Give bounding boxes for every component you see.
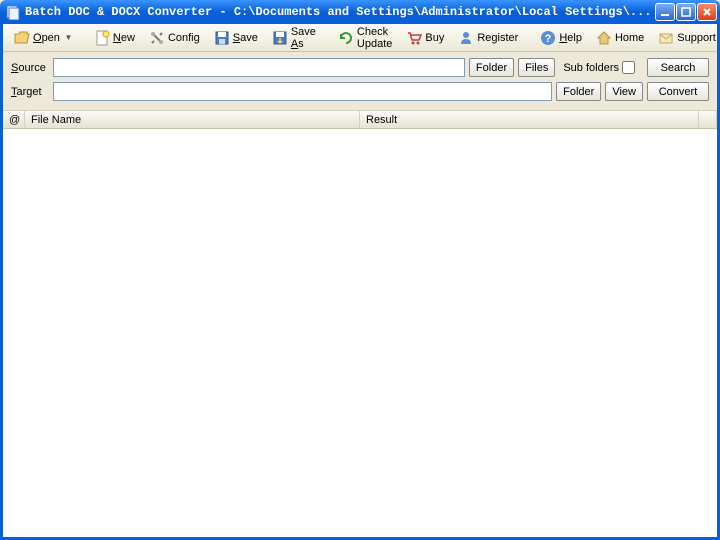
- new-doc-icon: [94, 30, 110, 46]
- target-input[interactable]: [53, 82, 552, 101]
- table-body: [3, 129, 717, 537]
- subfolders-label: Sub folders: [563, 62, 619, 74]
- target-label: Target: [11, 86, 49, 98]
- source-folder-button[interactable]: Folder: [469, 58, 514, 77]
- subfolders-check-wrap: Sub folders: [563, 61, 635, 74]
- close-button[interactable]: [697, 3, 717, 21]
- source-row: Source Folder Files Sub folders Search: [11, 58, 709, 77]
- maximize-button[interactable]: [676, 3, 696, 21]
- path-panel: Source Folder Files Sub folders Search T…: [3, 52, 717, 110]
- check-update-button[interactable]: Check Update: [332, 23, 398, 53]
- help-icon: ?: [540, 30, 556, 46]
- col-at[interactable]: @: [3, 111, 25, 128]
- home-button[interactable]: Home: [590, 27, 650, 49]
- buy-button[interactable]: Buy: [400, 27, 450, 49]
- support-button[interactable]: Support: [652, 27, 720, 49]
- window-title: Batch DOC & DOCX Converter - C:\Document…: [25, 5, 655, 19]
- col-end: [699, 111, 717, 128]
- table-header: @ File Name Result: [3, 110, 717, 129]
- app-icon: [5, 4, 21, 20]
- target-row: Target Folder View Convert: [11, 82, 709, 101]
- config-button[interactable]: Config: [143, 27, 206, 49]
- gear-icon: [149, 30, 165, 46]
- new-button[interactable]: New: [88, 27, 141, 49]
- save-as-button[interactable]: Save As: [266, 23, 322, 53]
- mail-icon: [658, 30, 674, 46]
- subfolders-checkbox[interactable]: [622, 61, 635, 74]
- view-button[interactable]: View: [605, 82, 643, 101]
- window-body: Open ▼ New Config Save Save As Check Upd…: [0, 24, 720, 540]
- floppy-arrow-icon: [272, 30, 288, 46]
- titlebar: Batch DOC & DOCX Converter - C:\Document…: [0, 0, 720, 24]
- col-result[interactable]: Result: [360, 111, 699, 128]
- source-label: Source: [11, 62, 49, 74]
- convert-button[interactable]: Convert: [647, 82, 709, 101]
- open-button[interactable]: Open ▼: [8, 27, 78, 49]
- cart-icon: [406, 30, 422, 46]
- help-button[interactable]: ? Help: [534, 27, 588, 49]
- user-icon: [458, 30, 474, 46]
- dropdown-arrow-icon: ▼: [65, 34, 72, 41]
- target-folder-button[interactable]: Folder: [556, 82, 601, 101]
- svg-text:?: ?: [545, 33, 552, 45]
- refresh-icon: [338, 30, 354, 46]
- home-icon: [596, 30, 612, 46]
- minimize-button[interactable]: [655, 3, 675, 21]
- source-files-button[interactable]: Files: [518, 58, 555, 77]
- folder-open-icon: [14, 30, 30, 46]
- source-input[interactable]: [53, 58, 465, 77]
- register-button[interactable]: Register: [452, 27, 524, 49]
- col-filename[interactable]: File Name: [25, 111, 360, 128]
- search-button[interactable]: Search: [647, 58, 709, 77]
- main-toolbar: Open ▼ New Config Save Save As Check Upd…: [3, 24, 717, 52]
- save-button[interactable]: Save: [208, 27, 264, 49]
- floppy-icon: [214, 30, 230, 46]
- window-controls: [655, 3, 717, 21]
